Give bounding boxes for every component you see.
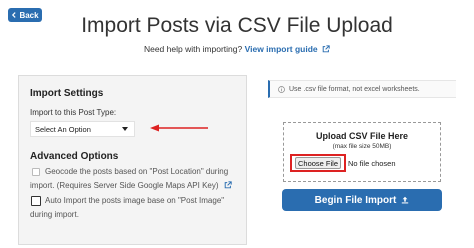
help-text: Need help with importing?: [143, 44, 243, 54]
import-guide-link[interactable]: View import guide: [245, 44, 318, 54]
post-type-select[interactable]: Select An Option: [30, 121, 135, 137]
external-link-icon[interactable]: [322, 45, 330, 53]
geocode-line2: import. (Requires Server Side Google Map…: [30, 181, 219, 190]
auto-image-line2: during import.: [30, 210, 79, 219]
chevron-down-icon: [122, 127, 128, 131]
auto-image-checkbox[interactable]: [31, 196, 41, 206]
choose-file-highlight: Choose File: [290, 154, 346, 172]
settings-panel: Import Settings Import to this Post Type…: [18, 75, 247, 245]
help-line: Need help with importing? View import gu…: [0, 44, 474, 54]
begin-import-label: Begin File Import: [314, 194, 397, 206]
geocode-line2-wrap: import. (Requires Server Side Google Map…: [30, 179, 232, 193]
info-text: Use .csv file format, not excel workshee…: [289, 85, 420, 93]
post-type-label: Import to this Post Type:: [30, 108, 117, 117]
geocode-checkbox[interactable]: [32, 168, 40, 176]
upload-title: Upload CSV File Here: [315, 131, 409, 141]
auto-image-line1: Auto Import the posts image base on "Pos…: [45, 196, 225, 205]
upload-dropzone[interactable]: Upload CSV File Here (max file size 50MB…: [283, 122, 441, 182]
import-settings-title: Import Settings: [30, 88, 104, 99]
begin-import-button[interactable]: Begin File Import: [282, 189, 442, 211]
no-file-text: No file chosen: [348, 159, 396, 168]
info-notice: Use .csv file format, not excel workshee…: [268, 80, 456, 98]
external-link-icon[interactable]: [224, 181, 232, 189]
upload-icon: [402, 196, 409, 204]
post-type-selected: Select An Option: [35, 124, 91, 134]
choose-file-button[interactable]: Choose File: [295, 157, 341, 169]
upload-subtitle: (max file size 50MB): [332, 143, 392, 150]
advanced-options-title: Advanced Options: [30, 151, 119, 162]
info-icon: [278, 85, 285, 93]
page-title: Import Posts via CSV File Upload: [81, 14, 393, 37]
geocode-line1: Geocode the posts based on "Post Locatio…: [45, 167, 229, 176]
arrow-left-icon: [150, 124, 208, 132]
